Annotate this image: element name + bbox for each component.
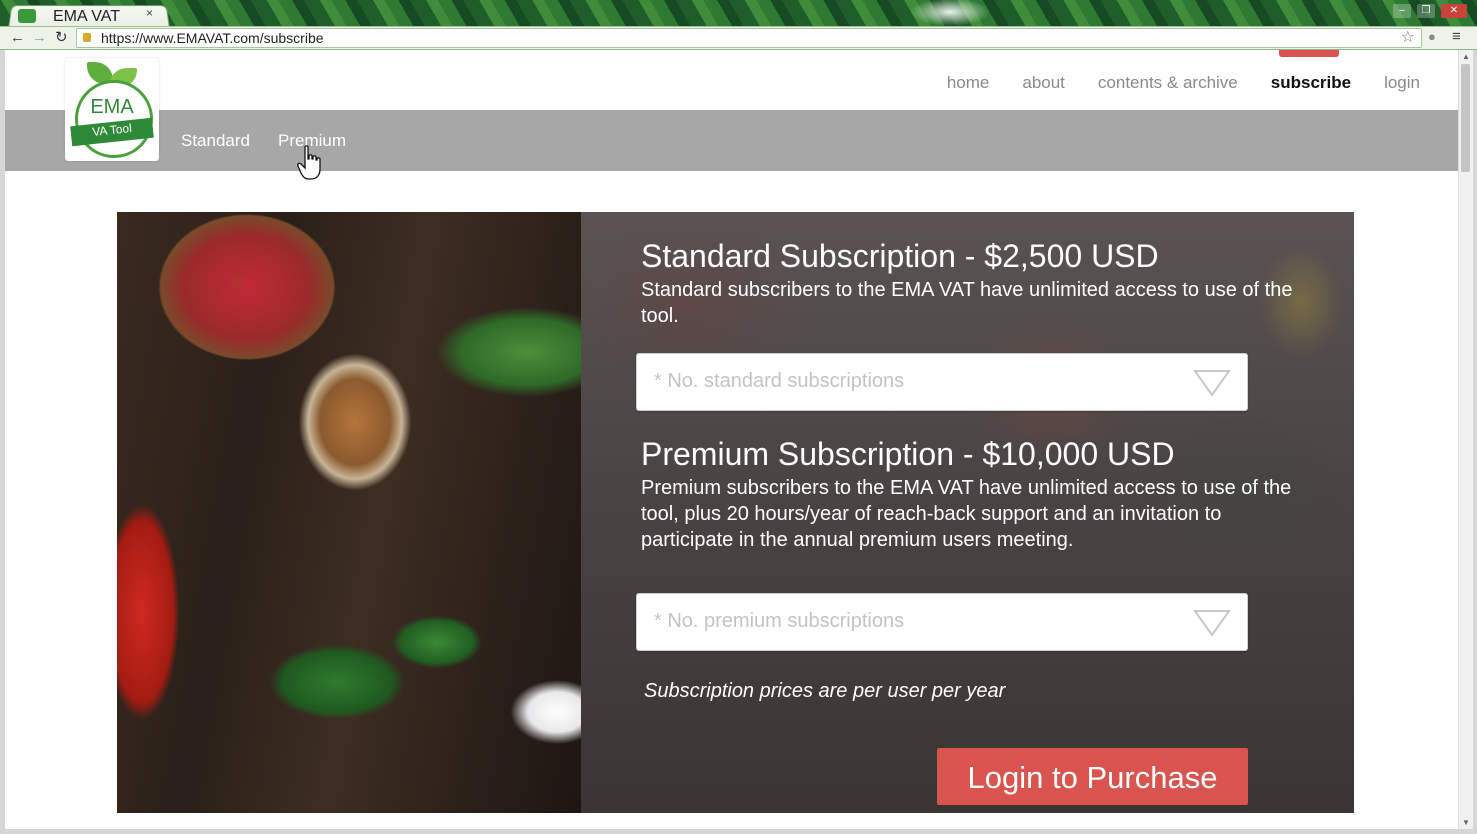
triangle-down-icon[interactable] — [1193, 608, 1231, 638]
browser-toolbar: ← → ↻ https://www.EMAVAT.com/subscribe ☆… — [0, 26, 1477, 50]
forward-arrow-icon[interactable]: → — [32, 28, 47, 48]
minimize-icon[interactable]: – — [1393, 4, 1411, 18]
hand-pointer-icon — [297, 145, 321, 180]
browser-menu-icon[interactable]: ≡ — [1452, 28, 1461, 45]
standard-description: Standard subscribers to the EMA VAT have… — [641, 279, 1293, 327]
maximize-icon[interactable]: ❐ — [1417, 4, 1435, 18]
padlock-icon — [83, 33, 91, 42]
site-header: home about contents & archive subscribe … — [5, 50, 1458, 110]
tab-close-icon[interactable]: × — [146, 6, 153, 20]
scroll-up-icon[interactable]: ▲ — [1462, 52, 1470, 61]
address-bar[interactable]: https://www.EMAVAT.com/subscribe ☆ — [76, 28, 1422, 48]
premium-title: Premium Subscription - $10,000 USD — [641, 436, 1175, 472]
browser-tab-content[interactable]: EMA VAT × — [18, 6, 168, 28]
url-text[interactable]: https://www.EMAVAT.com/subscribe — [101, 30, 324, 46]
bookmark-star-icon[interactable]: ☆ — [1401, 27, 1415, 47]
reload-icon[interactable]: ↻ — [55, 28, 68, 48]
window-close-icon[interactable]: ✕ — [1441, 4, 1467, 18]
nav-subscribe[interactable]: subscribe — [1271, 73, 1351, 93]
scrollbar[interactable]: ▲ ▼ — [1458, 50, 1473, 829]
site-logo[interactable]: EMA VA Tool — [65, 58, 159, 161]
window-controls: – ❐ ✕ — [1393, 4, 1467, 18]
active-nav-indicator — [1279, 50, 1339, 57]
logo-title: EMA — [90, 96, 134, 118]
premium-quantity-select[interactable]: * No. premium subscriptions — [636, 593, 1248, 651]
subscription-panel: Standard Subscription - $2,500 USD Stand… — [581, 212, 1354, 813]
main-nav: home about contents & archive subscribe … — [947, 73, 1420, 93]
triangle-down-icon[interactable] — [1193, 368, 1231, 398]
premium-description: Premium subscribers to the EMA VAT have … — [641, 477, 1292, 551]
browser-tabstrip: EMA VAT × – ❐ ✕ — [0, 0, 1477, 30]
page-viewport: home about contents & archive subscribe … — [5, 50, 1458, 829]
nav-contents-archive[interactable]: contents & archive — [1098, 73, 1238, 93]
extension-icon[interactable]: ● — [1428, 29, 1436, 44]
sub-nav-bar: Standard Premium — [5, 110, 1458, 171]
leaf-favicon-icon — [18, 9, 36, 23]
nav-about[interactable]: about — [1022, 73, 1065, 93]
subscription-hero: Standard Subscription - $2,500 USD Stand… — [117, 212, 1354, 813]
standard-title: Standard Subscription - $2,500 USD — [641, 238, 1159, 274]
scroll-down-icon[interactable]: ▼ — [1462, 818, 1470, 827]
nav-login[interactable]: login — [1384, 73, 1420, 93]
nav-home[interactable]: home — [947, 73, 990, 93]
price-note: Subscription prices are per user per yea… — [644, 680, 1006, 702]
login-to-purchase-button[interactable]: Login to Purchase — [937, 748, 1248, 805]
tab-title: EMA VAT — [53, 8, 120, 25]
standard-select-placeholder: * No. standard subscriptions — [654, 370, 905, 392]
standard-quantity-select[interactable]: * No. standard subscriptions — [636, 353, 1248, 411]
spices-photo — [117, 212, 581, 813]
back-arrow-icon[interactable]: ← — [10, 28, 25, 48]
scrollbar-thumb[interactable] — [1461, 64, 1470, 172]
sub-nav-standard[interactable]: Standard — [181, 131, 250, 151]
premium-select-placeholder: * No. premium subscriptions — [654, 610, 905, 632]
